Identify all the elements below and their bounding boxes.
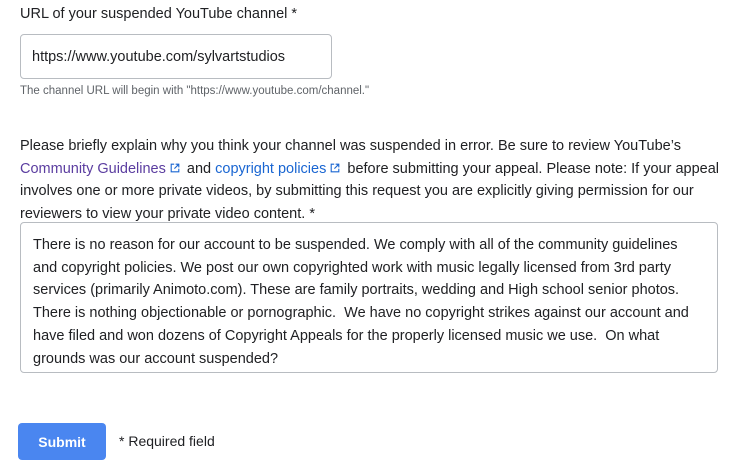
external-link-icon	[170, 163, 180, 173]
instructions-text-1: Please briefly explain why you think you…	[20, 138, 681, 154]
channel-url-hint: The channel URL will begin with "https:/…	[20, 85, 370, 97]
required-field-note: * Required field	[119, 433, 215, 449]
copyright-policies-link[interactable]: copyright policies	[215, 161, 343, 177]
appeal-form: URL of your suspended YouTube channel * …	[0, 0, 737, 472]
submit-button[interactable]: Submit	[18, 423, 106, 460]
community-guidelines-link[interactable]: Community Guidelines	[20, 161, 183, 177]
external-link-icon	[330, 163, 340, 173]
channel-url-label: URL of your suspended YouTube channel *	[20, 6, 298, 22]
explanation-instructions: Please briefly explain why you think you…	[20, 135, 720, 225]
community-guidelines-link-label: Community Guidelines	[20, 160, 166, 177]
channel-url-input[interactable]	[20, 34, 332, 79]
copyright-policies-link-label: copyright policies	[215, 160, 327, 177]
explanation-textarea[interactable]: There is no reason for our account to be…	[20, 222, 718, 373]
instructions-text-2: and	[182, 160, 216, 177]
